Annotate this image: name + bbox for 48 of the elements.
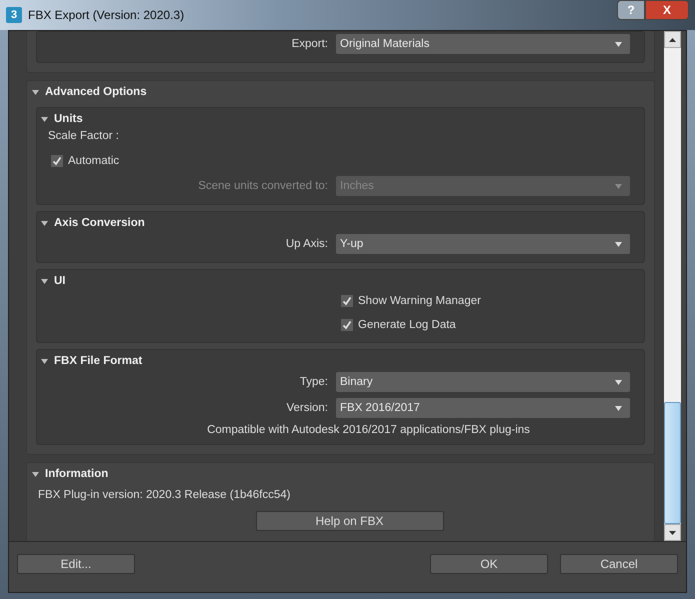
caret-icon	[615, 406, 622, 410]
checkbox-label[interactable]: Generate Log Data	[358, 319, 456, 331]
expand-icon[interactable]	[32, 472, 39, 476]
section-title[interactable]: FBX File Format	[54, 355, 142, 367]
checkbox-label[interactable]: Automatic	[68, 155, 120, 167]
field-label: Scene units converted to:	[197, 180, 328, 192]
checkbox-label[interactable]: Show Warning Manager	[358, 295, 481, 307]
dropdown[interactable]: Original Materials	[336, 34, 630, 54]
help-on-fbx-button[interactable]: Help on FBX	[256, 511, 444, 531]
caret-icon	[615, 184, 622, 188]
plugin-version-text: FBX Plug-in version: 2020.3 Release (1b46fcc54)	[37, 489, 292, 501]
edit-button[interactable]: Edit...	[17, 554, 135, 574]
caret-icon	[615, 42, 622, 46]
field-label: Scale Factor :	[48, 130, 119, 142]
field-label: Up Axis:	[284, 238, 328, 250]
caret-icon	[615, 242, 622, 246]
field-label: Export:	[290, 38, 328, 50]
expand-icon[interactable]	[32, 90, 39, 94]
field-label: Type:	[298, 376, 328, 388]
expand-icon[interactable]	[41, 116, 48, 122]
section-title[interactable]: Units	[54, 113, 83, 125]
dropdown[interactable]: Binary	[336, 372, 630, 392]
rollout-title[interactable]: Information	[45, 468, 108, 480]
expand-icon[interactable]	[41, 278, 48, 284]
scroll-up-button[interactable]	[664, 31, 681, 48]
section-title[interactable]: UI	[54, 275, 66, 287]
cancel-button[interactable]: Cancel	[560, 554, 678, 574]
checkbox[interactable]	[341, 319, 353, 331]
up-arrow-icon	[669, 38, 676, 42]
expand-icon[interactable]	[41, 358, 48, 364]
down-arrow-icon	[669, 530, 676, 534]
field-label: Version:	[285, 402, 328, 414]
compatibility-note: Compatible with Autodesk 2016/2017 applications/FBX plug-ins	[207, 424, 530, 436]
caret-icon	[615, 380, 622, 384]
close-button[interactable]: X	[645, 0, 689, 20]
window-title: FBX Export (Version: 2020.3)	[28, 8, 186, 22]
scroll-down-button[interactable]	[664, 524, 681, 541]
ok-button[interactable]: OK	[430, 554, 548, 574]
scrollbar[interactable]	[664, 31, 681, 541]
rollout-title[interactable]: Advanced Options	[45, 86, 147, 98]
app-icon: 3	[6, 7, 22, 23]
section-title[interactable]: Axis Conversion	[54, 217, 145, 229]
expand-icon[interactable]	[41, 220, 48, 226]
checkbox[interactable]	[51, 155, 63, 167]
dropdown[interactable]: Y-up	[336, 234, 630, 254]
checkbox[interactable]	[341, 295, 353, 307]
dropdown[interactable]: FBX 2016/2017	[336, 398, 630, 418]
scroll-thumb[interactable]	[664, 402, 681, 524]
